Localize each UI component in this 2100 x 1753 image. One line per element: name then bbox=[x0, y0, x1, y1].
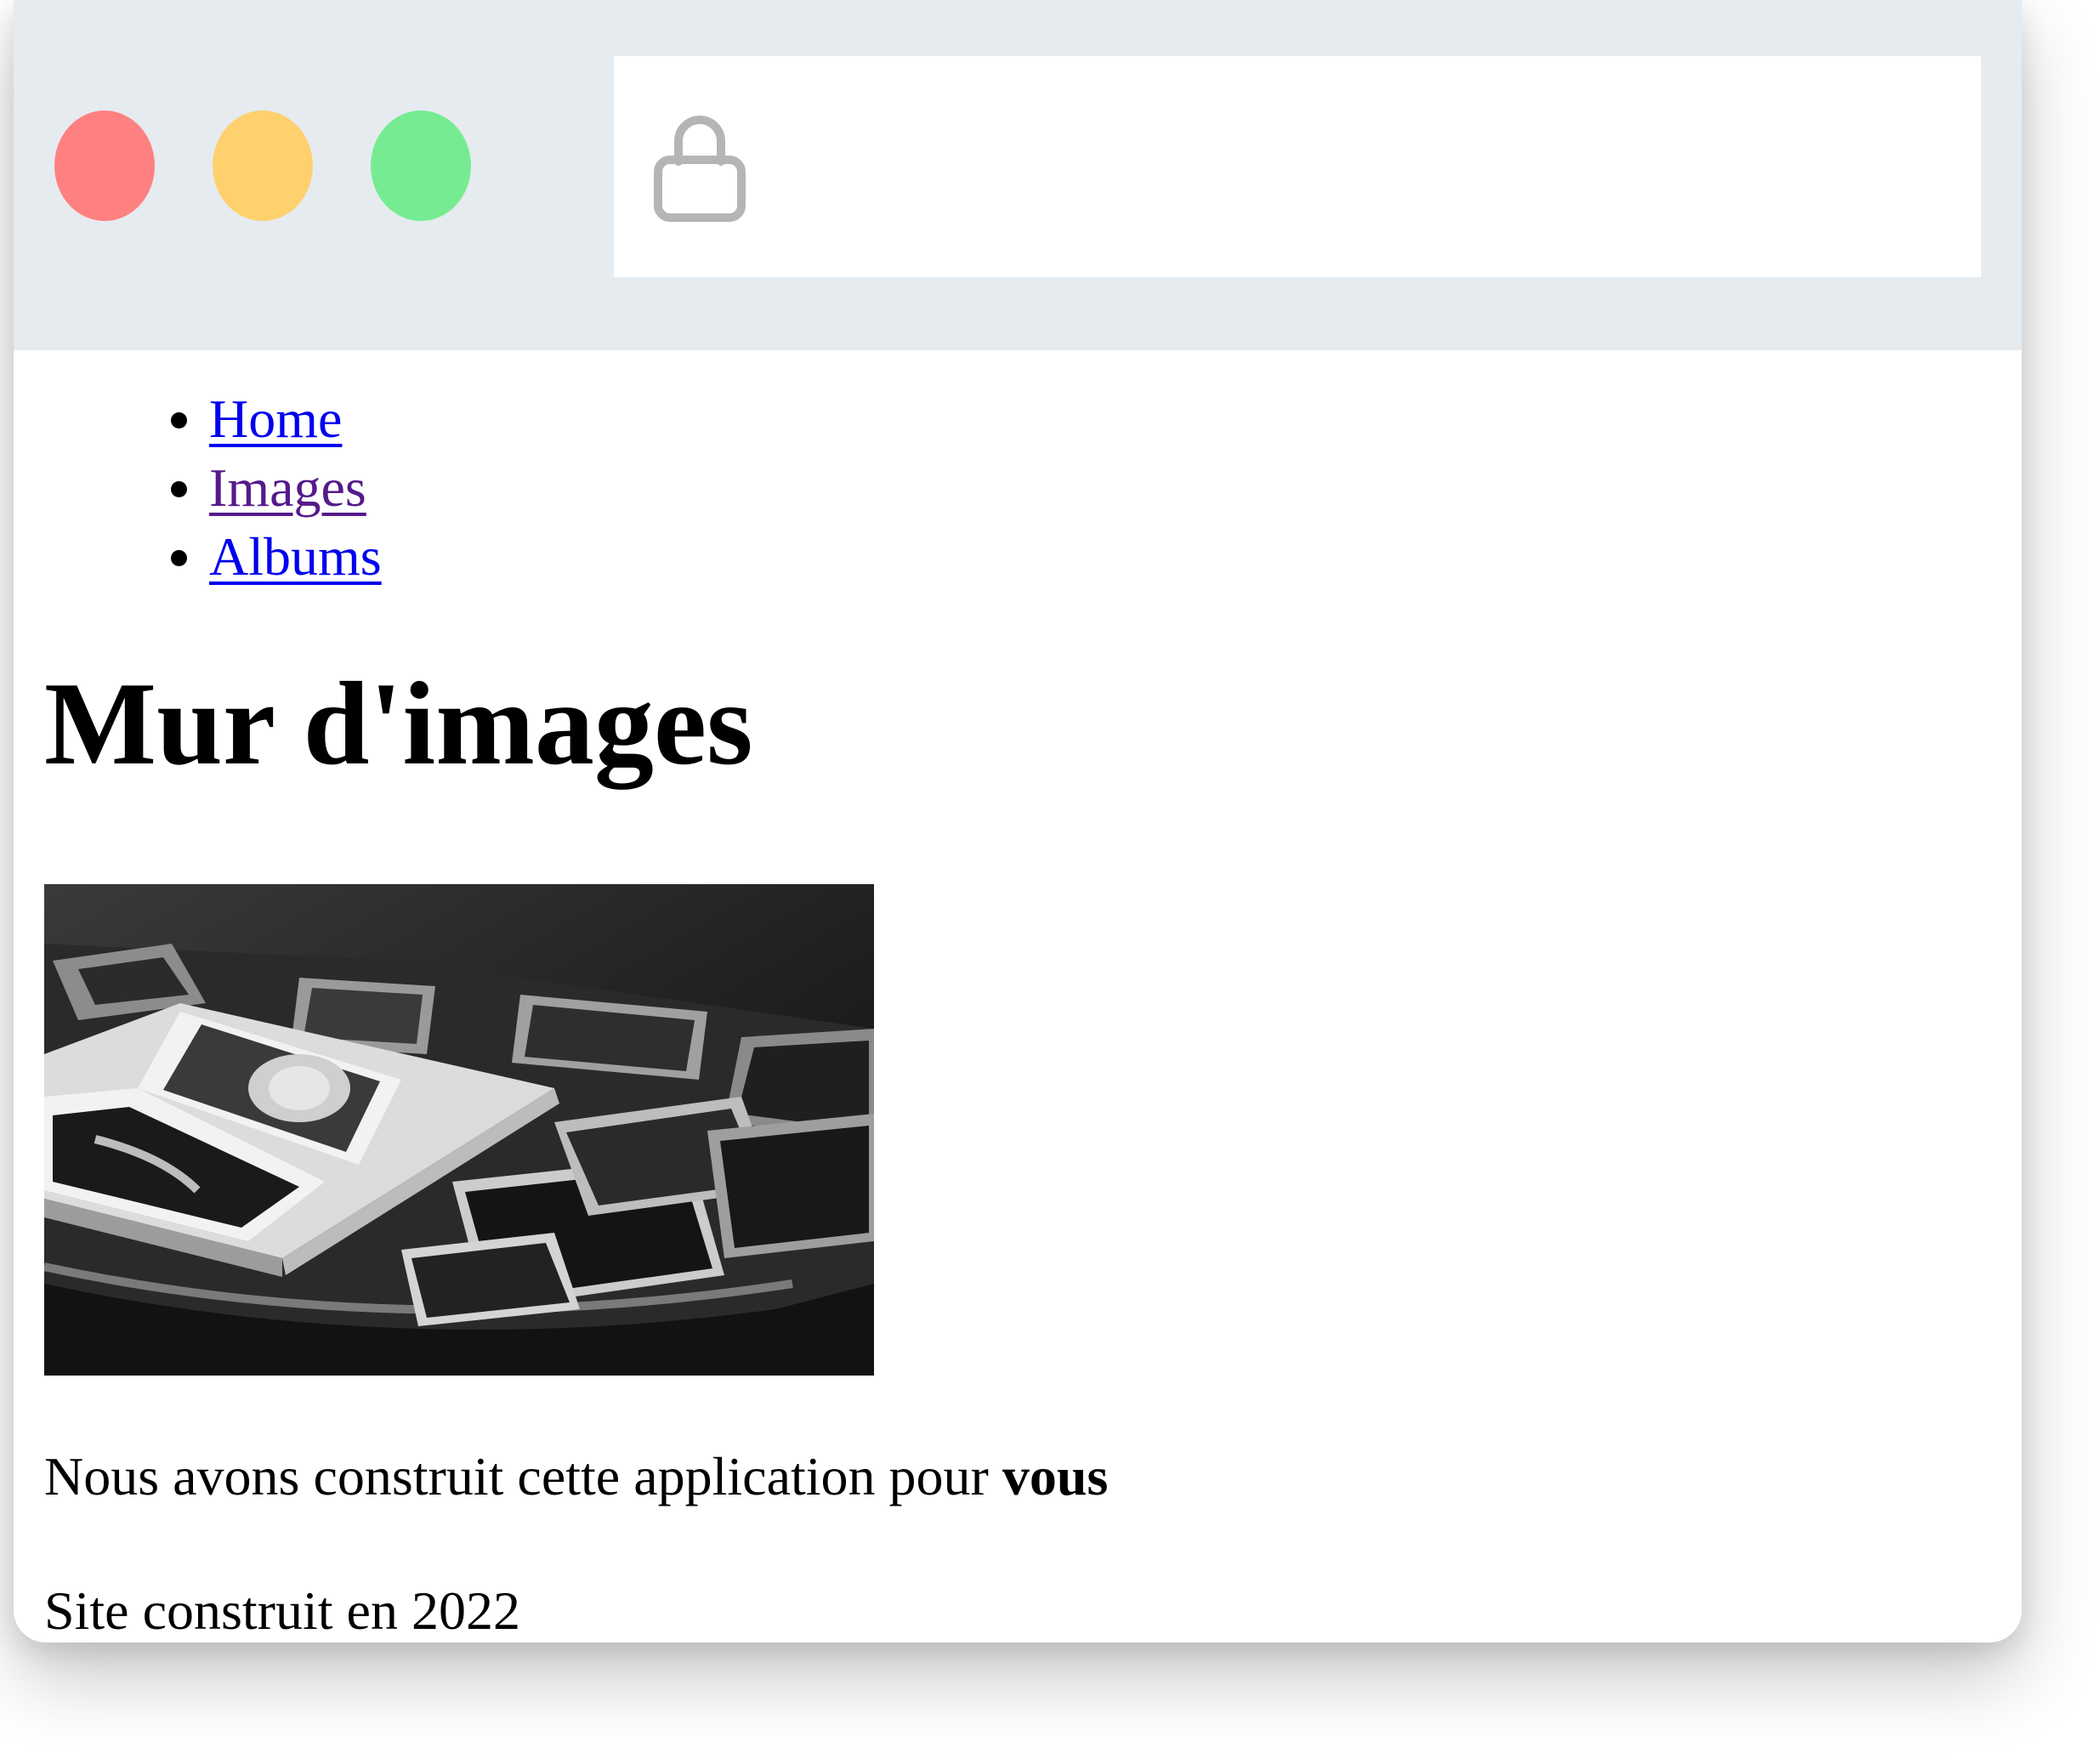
nav-item-albums: Albums bbox=[209, 522, 382, 591]
lock-icon bbox=[654, 116, 746, 222]
nav-link-home[interactable]: Home bbox=[209, 389, 342, 449]
window-titlebar bbox=[14, 0, 2022, 350]
browser-window: Home Images Albums Mur d'images bbox=[14, 0, 2022, 1642]
tagline-emphasis: vous bbox=[1002, 1446, 1109, 1506]
hero-image bbox=[44, 884, 874, 1376]
address-bar[interactable] bbox=[614, 56, 1981, 277]
page-content: Home Images Albums Mur d'images bbox=[14, 350, 2022, 1642]
nav-link-images[interactable]: Images bbox=[209, 457, 366, 518]
nav-item-images: Images bbox=[209, 453, 382, 522]
minimize-window-button[interactable] bbox=[213, 111, 313, 221]
page-title: Mur d'images bbox=[44, 658, 753, 790]
nav-menu: Home Images Albums bbox=[209, 384, 382, 591]
tagline-text: Nous avons construit cette application p… bbox=[44, 1446, 1002, 1506]
footer-text: Site construit en 2022 bbox=[44, 1580, 520, 1641]
tagline: Nous avons construit cette application p… bbox=[44, 1446, 1109, 1506]
nav-item-home: Home bbox=[209, 384, 382, 453]
nav-link-albums[interactable]: Albums bbox=[209, 526, 382, 587]
close-window-button[interactable] bbox=[54, 111, 155, 221]
maximize-window-button[interactable] bbox=[371, 111, 471, 221]
